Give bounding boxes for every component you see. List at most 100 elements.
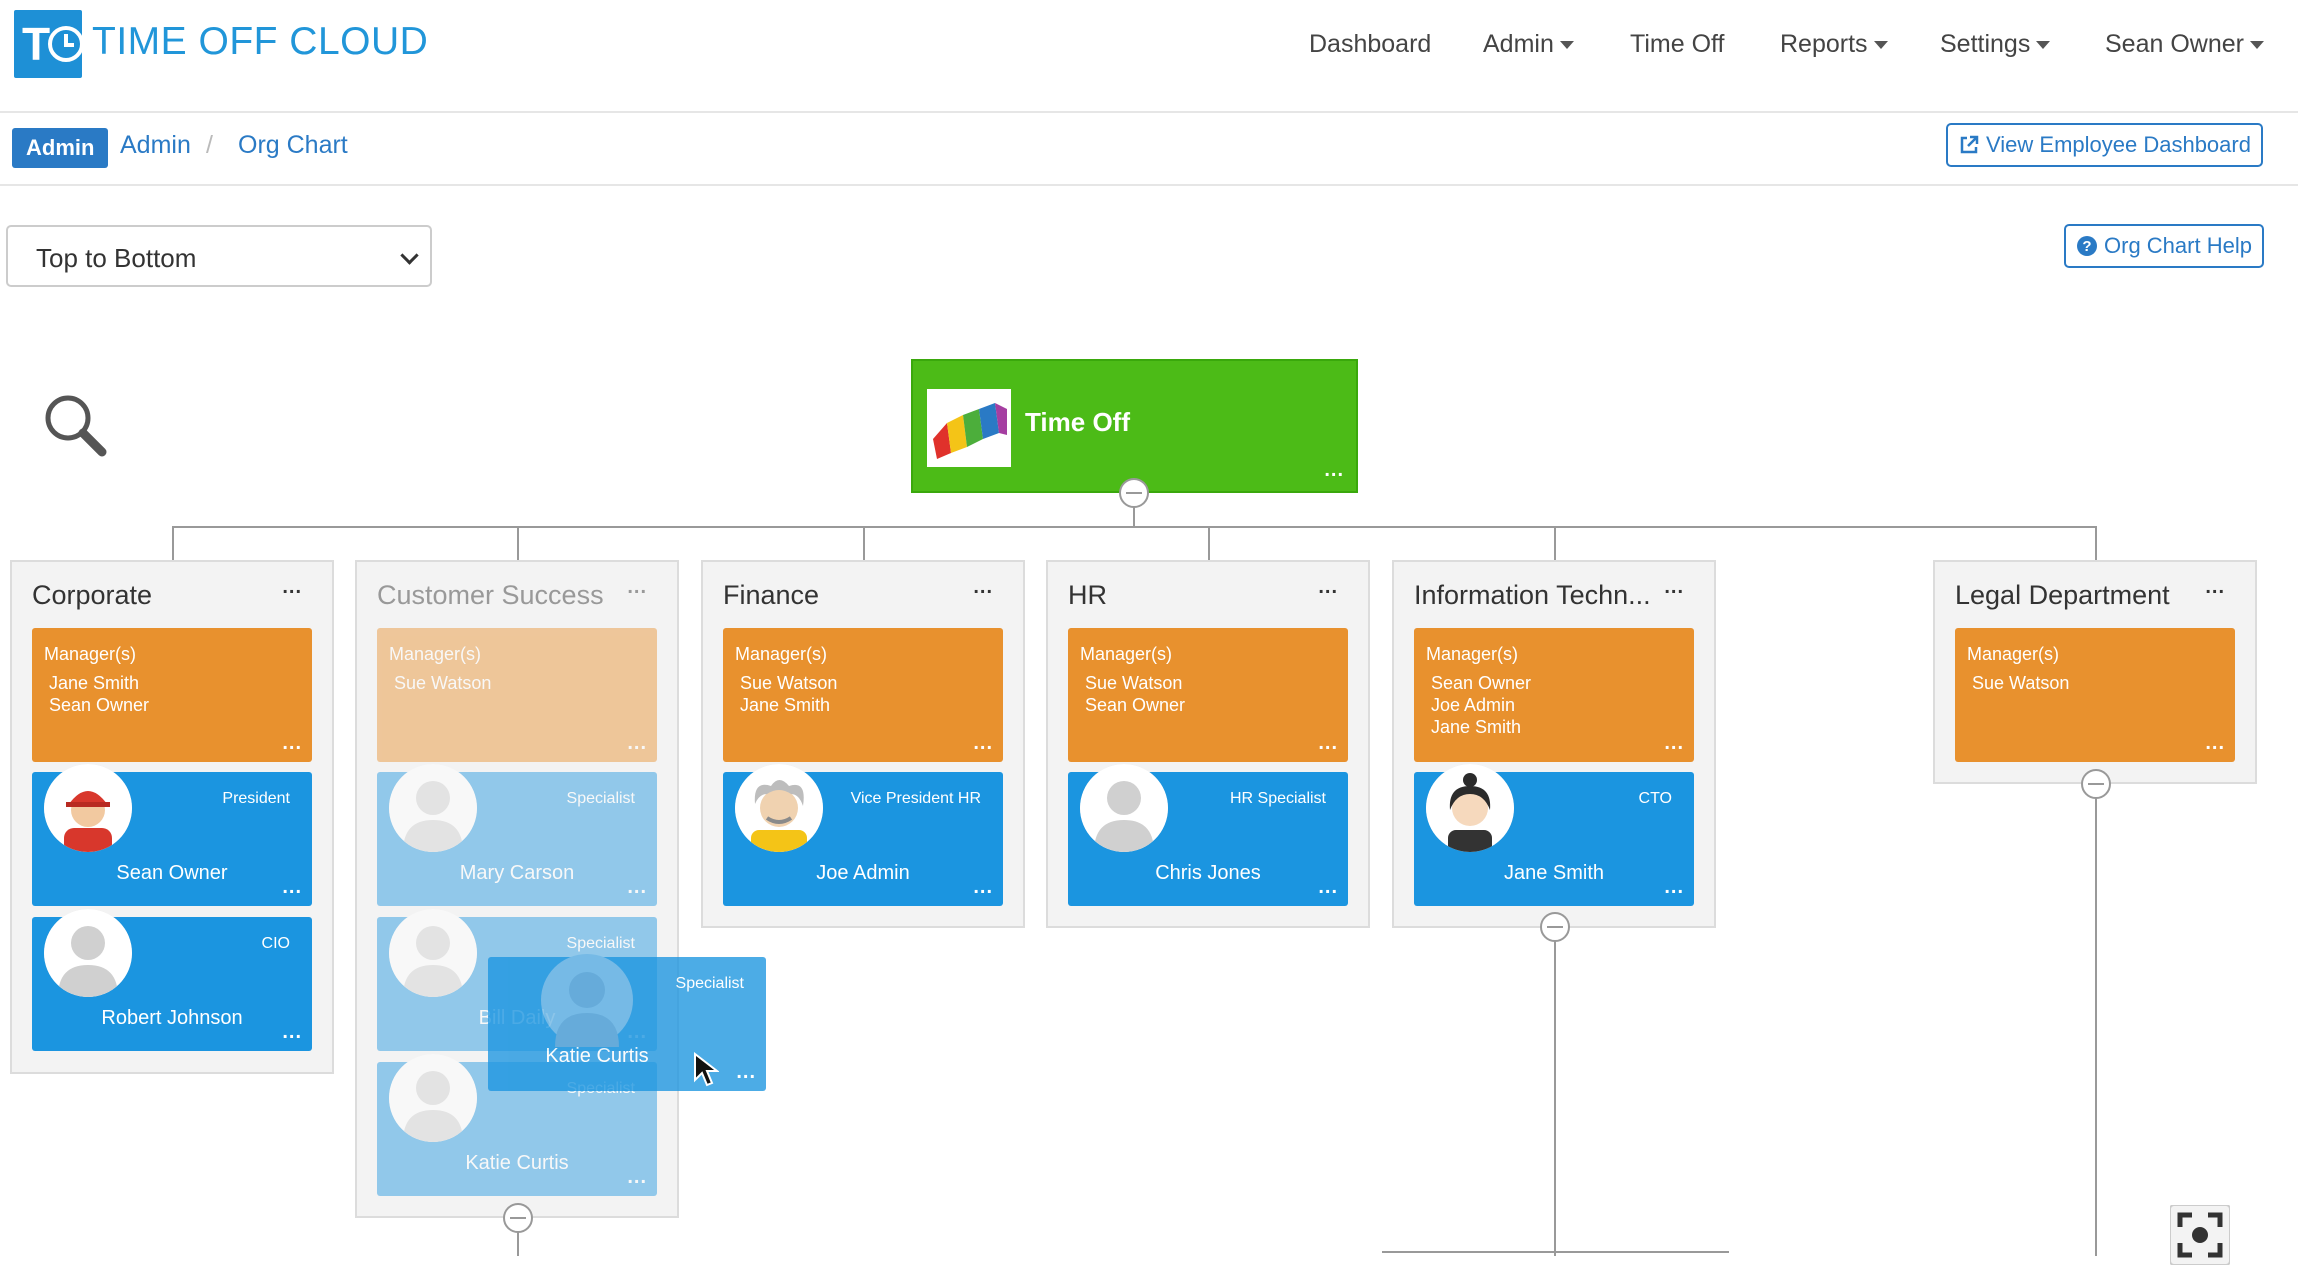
more-options-icon[interactable]: ... bbox=[1318, 877, 1338, 897]
brand-name[interactable]: TIME OFF CLOUD bbox=[92, 20, 428, 64]
brand-logo[interactable]: T bbox=[14, 10, 84, 78]
company-logo bbox=[927, 389, 1011, 467]
more-options-icon[interactable]: ... bbox=[282, 877, 302, 897]
employee-name: Katie Curtis bbox=[545, 1045, 649, 1067]
employee-card[interactable]: HR Specialist Chris Jones ... bbox=[1068, 764, 1348, 906]
more-options-icon[interactable]: ... bbox=[973, 576, 993, 599]
more-options-icon[interactable]: ... bbox=[282, 733, 302, 753]
view-employee-dashboard-button[interactable]: View Employee Dashboard bbox=[1946, 123, 2263, 167]
manager-label: Manager(s) bbox=[1967, 644, 2060, 664]
employee-name: Jane Smith bbox=[1503, 862, 1605, 884]
collapse-toggle[interactable] bbox=[2081, 769, 2111, 799]
more-options-icon[interactable]: ... bbox=[282, 1022, 302, 1042]
employee-card[interactable]: President Sean Owner ... bbox=[32, 764, 312, 906]
avatar bbox=[389, 764, 477, 852]
employee-card[interactable]: Vice President HR Joe Admin ... bbox=[723, 764, 1003, 906]
caret-down-icon bbox=[1873, 41, 1888, 50]
more-options-icon[interactable]: ... bbox=[627, 733, 647, 753]
connector-line bbox=[2095, 798, 2097, 1256]
collapse-toggle[interactable] bbox=[1119, 478, 1149, 508]
collapse-toggle[interactable] bbox=[1540, 912, 1570, 942]
nav-admin[interactable]: Admin bbox=[1483, 30, 1574, 59]
dept-legal[interactable]: Legal Department ... Manager(s) Sue Wats… bbox=[1933, 560, 2257, 784]
more-options-icon[interactable]: ... bbox=[627, 1167, 647, 1187]
avatar bbox=[735, 764, 823, 852]
dragged-employee-card[interactable]: Specialist Katie Curtis ... bbox=[488, 954, 766, 1091]
more-options-icon[interactable]: ... bbox=[2205, 733, 2225, 753]
manager-name: Sue Watson bbox=[1972, 673, 2070, 693]
avatar bbox=[44, 764, 132, 852]
avatar bbox=[1426, 764, 1514, 852]
breadcrumb: Admin Admin / Org Chart View Employee Da… bbox=[0, 111, 2298, 186]
dept-customer-success[interactable]: Customer Success ... Manager(s) Sue Wats… bbox=[355, 560, 679, 1218]
layout-direction-select[interactable]: Top to Bottom bbox=[6, 225, 432, 287]
connector-line bbox=[517, 526, 519, 560]
more-options-icon[interactable]: ... bbox=[736, 1062, 756, 1082]
brand-logo-letter: T bbox=[22, 18, 51, 70]
layout-direction-value: Top to Bottom bbox=[36, 243, 197, 273]
view-employee-dashboard-label: View Employee Dashboard bbox=[1986, 132, 2251, 157]
dept-finance[interactable]: Finance ... Manager(s) Sue Watson Jane S… bbox=[701, 560, 1025, 928]
breadcrumb-admin[interactable]: Admin bbox=[120, 131, 191, 160]
employee-name: Katie Curtis bbox=[465, 1152, 569, 1174]
employee-title: Specialist bbox=[675, 975, 744, 992]
more-options-icon[interactable]: ... bbox=[627, 576, 647, 599]
more-options-icon[interactable]: ... bbox=[973, 733, 993, 753]
breadcrumb-separator: / bbox=[206, 131, 213, 159]
nav-user-menu[interactable]: Sean Owner bbox=[2105, 30, 2264, 59]
manager-card[interactable]: Manager(s) Sean Owner Joe Admin Jane Smi… bbox=[1414, 628, 1694, 762]
employee-title: CIO bbox=[261, 935, 290, 952]
more-options-icon[interactable]: ... bbox=[1324, 460, 1344, 480]
fullscreen-icon[interactable] bbox=[2170, 1205, 2230, 1265]
manager-name: Sue Watson bbox=[394, 673, 492, 693]
org-chart-help-label: Org Chart Help bbox=[2104, 233, 2252, 258]
more-options-icon[interactable]: ... bbox=[1664, 877, 1684, 897]
org-root-node[interactable]: Time Off ... bbox=[911, 359, 1358, 493]
connector-line bbox=[1208, 526, 1210, 560]
dept-corporate[interactable]: Corporate ... Manager(s) Jane Smith Sean… bbox=[10, 560, 334, 1074]
employee-title: President bbox=[222, 790, 290, 807]
manager-names: Sue Watson Sean Owner bbox=[1085, 672, 1185, 716]
employee-card[interactable]: CIO Robert Johnson ... bbox=[32, 909, 312, 1051]
nav-reports[interactable]: Reports bbox=[1780, 30, 1888, 59]
more-options-icon[interactable]: ... bbox=[1664, 576, 1684, 599]
connector-line bbox=[517, 1232, 519, 1256]
more-options-icon[interactable]: ... bbox=[1664, 733, 1684, 753]
nav-settings[interactable]: Settings bbox=[1940, 30, 2051, 59]
dept-information-technology[interactable]: Information Techn... ... Manager(s) Sean… bbox=[1392, 560, 1716, 928]
nav-time-off[interactable]: Time Off bbox=[1630, 30, 1724, 59]
caret-down-icon bbox=[2249, 41, 2264, 50]
employee-name: Mary Carson bbox=[459, 862, 575, 884]
manager-name: Sue Watson bbox=[740, 673, 838, 693]
employee-card[interactable]: Specialist Mary Carson ... bbox=[377, 764, 657, 906]
manager-card[interactable]: Manager(s) Sue Watson ... bbox=[1955, 628, 2235, 762]
manager-card[interactable]: Manager(s) Jane Smith Sean Owner ... bbox=[32, 628, 312, 762]
manager-name: Sean Owner bbox=[1431, 673, 1532, 693]
help-circle-icon: ? bbox=[2077, 236, 2097, 256]
dept-hr[interactable]: HR ... Manager(s) Sue Watson Sean Owner … bbox=[1046, 560, 1370, 928]
employee-name: Robert Johnson bbox=[101, 1007, 243, 1029]
org-chart-help-button[interactable]: ? Org Chart Help bbox=[2064, 224, 2264, 268]
more-options-icon[interactable]: ... bbox=[1318, 576, 1338, 599]
manager-label: Manager(s) bbox=[1426, 644, 1519, 664]
manager-card[interactable]: Manager(s) Sue Watson Jane Smith ... bbox=[723, 628, 1003, 762]
employee-name: Sean Owner bbox=[116, 862, 228, 884]
more-options-icon[interactable]: ... bbox=[2205, 576, 2225, 599]
employee-card[interactable]: CTO Jane Smith ... bbox=[1414, 764, 1694, 906]
more-options-icon[interactable]: ... bbox=[627, 877, 647, 897]
manager-card[interactable]: Manager(s) Sue Watson ... bbox=[377, 628, 657, 762]
breadcrumb-org-chart[interactable]: Org Chart bbox=[238, 131, 348, 160]
connector-line bbox=[1554, 940, 1556, 1256]
nav-dashboard[interactable]: Dashboard bbox=[1309, 30, 1431, 59]
more-options-icon[interactable]: ... bbox=[282, 576, 302, 599]
manager-card[interactable]: Manager(s) Sue Watson Sean Owner ... bbox=[1068, 628, 1348, 762]
chevron-down-icon bbox=[400, 246, 419, 265]
search-icon[interactable] bbox=[40, 390, 110, 460]
connector-line bbox=[172, 526, 174, 560]
more-options-icon[interactable]: ... bbox=[1318, 733, 1338, 753]
manager-label: Manager(s) bbox=[1080, 644, 1173, 664]
more-options-icon[interactable]: ... bbox=[973, 877, 993, 897]
collapse-toggle[interactable] bbox=[503, 1203, 533, 1233]
dept-title: Corporate bbox=[32, 580, 153, 610]
manager-name: Jane Smith bbox=[1431, 717, 1522, 737]
